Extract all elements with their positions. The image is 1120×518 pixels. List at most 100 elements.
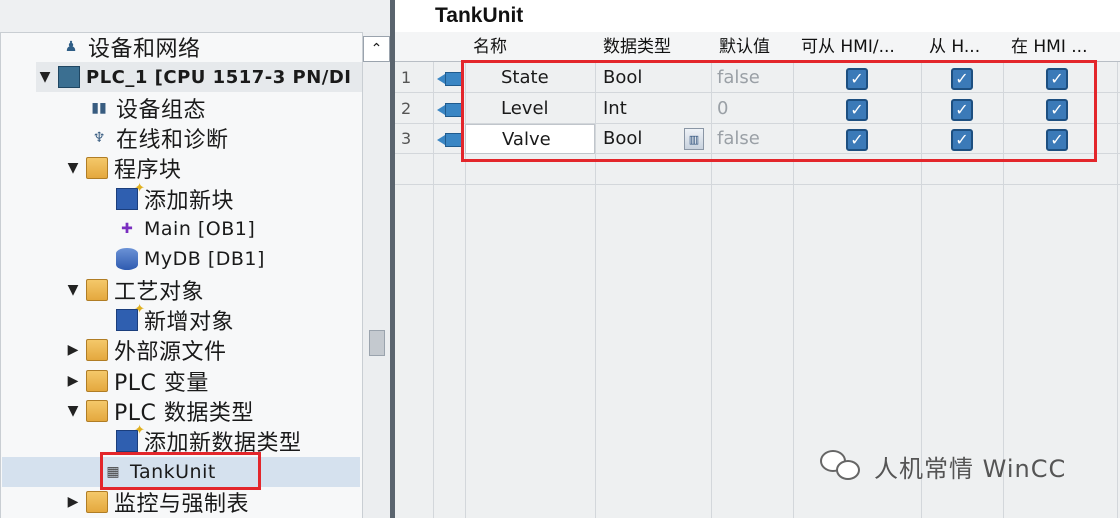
tree-item-main-ob1[interactable]: ✚ Main [OB1]: [94, 214, 255, 244]
member-type-cell[interactable]: Bool: [603, 63, 642, 93]
scroll-up-icon[interactable]: ⌃: [363, 36, 390, 62]
tree-item-label: 程序块: [114, 158, 182, 183]
datatype-dropdown-icon[interactable]: ▥: [684, 128, 704, 150]
grid-line: [793, 32, 794, 518]
tree-item-label: 设备和网络: [88, 37, 201, 62]
folder-icon: [86, 339, 108, 361]
tree-item-plc1[interactable]: ▼ PLC_1 [CPU 1517-3 PN/DI: [36, 62, 362, 92]
devices-networks-icon: ♟: [64, 39, 78, 55]
watermark-text: 人机常情 WinCC: [874, 454, 1067, 483]
tree-item-label: PLC_1 [CPU 1517-3 PN/DI: [86, 66, 352, 88]
expand-toggle-icon[interactable]: ▶: [64, 342, 82, 358]
member-type-cell[interactable]: Int: [603, 94, 627, 124]
db-block-icon: [116, 248, 138, 270]
expand-toggle-icon[interactable]: ▶: [64, 494, 82, 510]
tree-item-external-sources[interactable]: ▶ 外部源文件: [64, 335, 227, 365]
column-header-hmi-setpoint[interactable]: 在 HMI ...: [1003, 32, 1117, 62]
table-header: 名称 数据类型 默认值 可从 HMI/... 从 H... 在 HMI ...: [395, 32, 1120, 62]
hmi-access-checkbox[interactable]: ✓: [846, 99, 868, 121]
tree-item-label: 新增对象: [144, 310, 235, 335]
column-header-hmi-access[interactable]: 可从 HMI/...: [793, 32, 921, 62]
column-header-hmi-visible[interactable]: 从 H...: [921, 32, 1003, 62]
member-type-cell[interactable]: Bool: [603, 124, 642, 154]
hmi-access-checkbox[interactable]: ✓: [846, 129, 868, 151]
member-name-cell[interactable]: State: [465, 63, 595, 93]
grid-line: [1003, 32, 1004, 518]
plc-icon: [58, 66, 80, 88]
folder-icon: [86, 157, 108, 179]
wechat-icon: [820, 448, 864, 484]
grid-line: [433, 32, 434, 518]
grid-line: [1117, 32, 1118, 518]
folder-icon: [86, 279, 108, 301]
collapse-toggle-icon[interactable]: ▼: [64, 282, 82, 298]
row-number: 2: [401, 99, 412, 118]
member-name-cell[interactable]: Valve: [465, 124, 595, 154]
add-block-icon: [116, 181, 145, 210]
collapse-toggle-icon[interactable]: ▼: [64, 403, 82, 419]
watermark: 人机常情 WinCC: [820, 448, 1066, 484]
grid-line: [921, 32, 922, 518]
hmi-setpoint-checkbox[interactable]: ✓: [1046, 99, 1068, 121]
tree-item-label: 监控与强制表: [114, 492, 250, 517]
tree-item-program-blocks[interactable]: ▼ 程序块: [64, 153, 182, 183]
device-config-icon: ▮▮: [91, 100, 107, 116]
member-icon: [437, 70, 463, 86]
row-number: 3: [401, 129, 412, 148]
tree-item-label: 工艺对象: [114, 280, 205, 305]
member-icon: [437, 101, 463, 117]
tree-item-watch-force-tables[interactable]: ▶ 监控与强制表: [64, 487, 249, 517]
hmi-visible-checkbox[interactable]: ✓: [951, 99, 973, 121]
add-datatype-icon: [116, 423, 145, 452]
scroll-thumb[interactable]: [369, 330, 385, 356]
members-table: 名称 数据类型 默认值 可从 HMI/... 从 H... 在 HMI ... …: [395, 32, 1120, 518]
member-name-cell[interactable]: Level: [465, 94, 595, 124]
hmi-visible-checkbox[interactable]: ✓: [951, 68, 973, 90]
hmi-visible-checkbox[interactable]: ✓: [951, 129, 973, 151]
grid-line: [595, 32, 596, 518]
tree-item-label: 在线和诊断: [116, 128, 229, 153]
tree-item-label: 添加新块: [144, 189, 235, 214]
column-header-datatype[interactable]: 数据类型: [595, 32, 711, 62]
tree-item-plc-tags[interactable]: ▶ PLC 变量: [64, 366, 209, 396]
grid-line: [711, 32, 712, 518]
datatype-editor: TankUnit 名称 数据类型 默认值 可从 HMI/... 从 H... 在…: [395, 0, 1120, 518]
hmi-setpoint-checkbox[interactable]: ✓: [1046, 129, 1068, 151]
member-default-cell[interactable]: false: [717, 124, 760, 154]
tree-item-label: Main [OB1]: [144, 218, 256, 240]
member-icon: [437, 131, 463, 147]
ob-block-icon: ✚: [121, 221, 133, 237]
collapse-toggle-icon[interactable]: ▼: [64, 160, 82, 176]
tree-item-label: MyDB [DB1]: [144, 248, 265, 270]
tree-item-devices-networks[interactable]: ♟ 设备和网络: [38, 32, 201, 62]
folder-icon: [86, 491, 108, 513]
tree-item-label: TankUnit: [130, 461, 216, 483]
editor-title: TankUnit: [435, 4, 524, 27]
member-default-cell[interactable]: false: [717, 63, 760, 93]
tree-item-label: 外部源文件: [114, 340, 227, 365]
tree-item-online-diagnostics[interactable]: ♆ 在线和诊断: [66, 123, 229, 153]
tree-item-technology-objects[interactable]: ▼ 工艺对象: [64, 275, 204, 305]
tree-item-tankunit[interactable]: ▦ TankUnit: [2, 457, 360, 487]
member-default-cell[interactable]: 0: [717, 94, 728, 124]
tree-item-mydb-db1[interactable]: MyDB [DB1]: [94, 244, 265, 274]
collapse-toggle-icon[interactable]: ▼: [36, 69, 54, 85]
hmi-setpoint-checkbox[interactable]: ✓: [1046, 68, 1068, 90]
column-header-default[interactable]: 默认值: [711, 32, 793, 62]
grid-line: [395, 184, 1120, 185]
online-diagnostics-icon: ♆: [92, 130, 106, 146]
tree-item-plc-data-types[interactable]: ▼ PLC 数据类型: [64, 396, 254, 426]
tree-item-device-config[interactable]: ▮▮ 设备组态: [66, 93, 206, 123]
project-tree: ♟ 设备和网络 ▼ PLC_1 [CPU 1517-3 PN/DI ▮▮ 设备组…: [0, 0, 390, 518]
row-number: 1: [401, 68, 412, 87]
tree-item-add-object[interactable]: 新增对象: [94, 302, 235, 335]
folder-icon: [86, 400, 108, 422]
column-header-name[interactable]: 名称: [465, 32, 595, 62]
tree-item-label: PLC 变量: [114, 371, 209, 396]
tree-item-add-datatype[interactable]: 添加新数据类型: [94, 423, 302, 456]
hmi-access-checkbox[interactable]: ✓: [846, 68, 868, 90]
tree-scrollbar[interactable]: ⌃: [362, 32, 390, 518]
tree-header-strip: [0, 0, 390, 32]
tree-item-add-block[interactable]: 添加新块: [94, 181, 235, 214]
expand-toggle-icon[interactable]: ▶: [64, 373, 82, 389]
